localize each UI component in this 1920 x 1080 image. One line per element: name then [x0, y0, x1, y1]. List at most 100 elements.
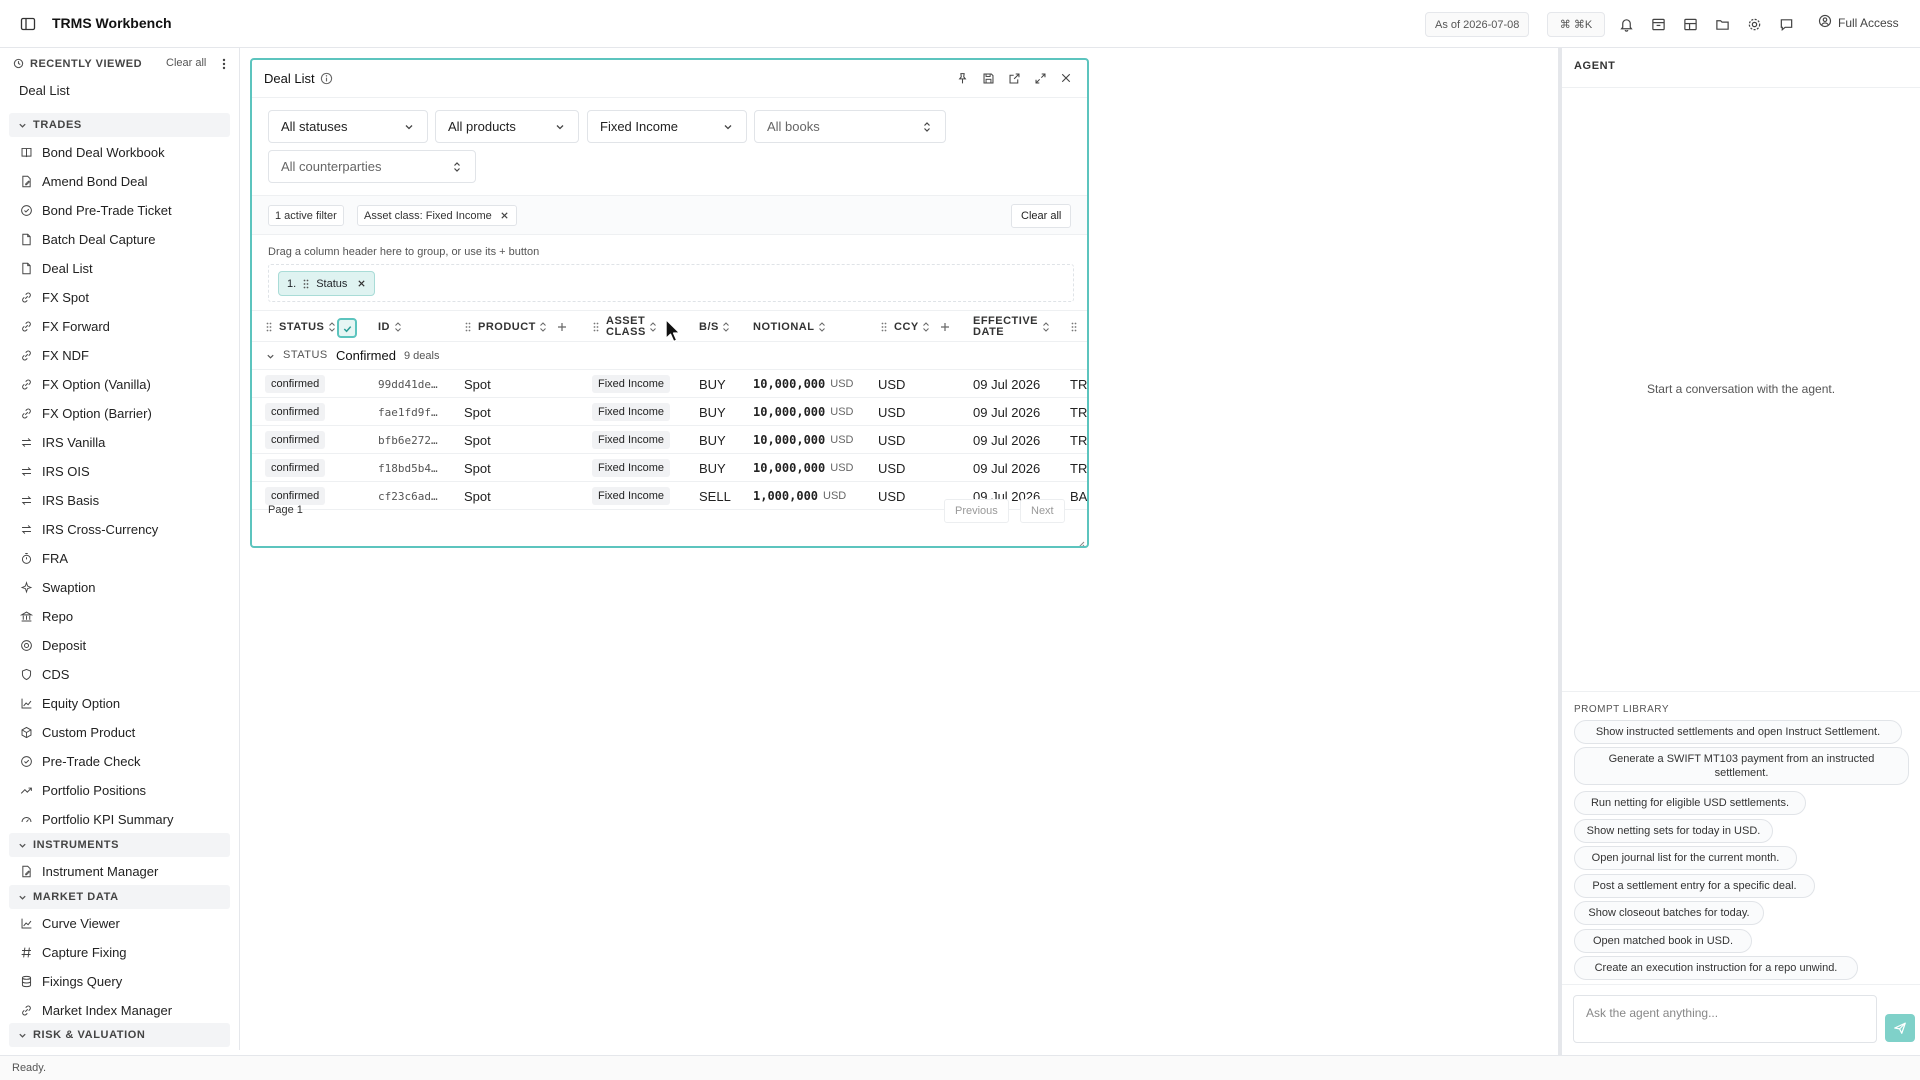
- status-filter-select[interactable]: All statuses: [268, 110, 428, 143]
- sidebar-item-amend-bond-deal[interactable]: Amend Bond Deal: [19, 169, 229, 193]
- sidebar-item-equity-option[interactable]: Equity Option: [19, 691, 229, 715]
- chevron-down-icon[interactable]: [265, 351, 275, 361]
- active-filter-chip[interactable]: Asset class: Fixed Income: [357, 205, 517, 226]
- column-header-next[interactable]: [1070, 311, 1084, 343]
- grip-icon[interactable]: [1070, 322, 1078, 332]
- sidebar-item-portfolio-kpi-summary[interactable]: Portfolio KPI Summary: [19, 807, 229, 831]
- sidebar-item-capture-fixing[interactable]: Capture Fixing: [19, 940, 229, 964]
- sidebar-item-bond-pre-trade-ticket[interactable]: Bond Pre-Trade Ticket: [19, 198, 229, 222]
- prompt-chip[interactable]: Show instructed settlements and open Ins…: [1574, 720, 1902, 744]
- sidebar-item-fx-option-barrier[interactable]: FX Option (Barrier): [19, 401, 229, 425]
- column-header-ccy[interactable]: CCY: [880, 311, 950, 343]
- recent-clear-all-button[interactable]: Clear all: [166, 57, 206, 69]
- external-link-icon[interactable]: [1007, 71, 1021, 85]
- books-filter-select[interactable]: All books: [754, 110, 946, 143]
- grip-icon[interactable]: [464, 322, 472, 332]
- sidebar-item-irs-vanilla[interactable]: IRS Vanilla: [19, 430, 229, 454]
- sidebar-item-batch-deal-capture[interactable]: Batch Deal Capture: [19, 227, 229, 251]
- sidebar-item-instrument-manager[interactable]: Instrument Manager: [19, 859, 229, 883]
- asset-class-filter-select[interactable]: Fixed Income: [587, 110, 747, 143]
- sort-icon[interactable]: [540, 322, 547, 332]
- sidebar-item-fixings-query[interactable]: Fixings Query: [19, 969, 229, 993]
- column-header-product[interactable]: PRODUCT: [464, 311, 567, 343]
- command-palette-button[interactable]: ⌘ ⌘K: [1547, 12, 1605, 37]
- sidebar-item-bond-deal-workbook[interactable]: Bond Deal Workbook: [19, 140, 229, 164]
- prompt-chip[interactable]: Show netting sets for today in USD.: [1574, 819, 1773, 843]
- sidebar-item-pre-trade-check[interactable]: Pre-Trade Check: [19, 749, 229, 773]
- group-chip-status[interactable]: 1. Status: [278, 271, 376, 296]
- plus-icon[interactable]: [557, 322, 567, 332]
- sidebar-item-fx-spot[interactable]: FX Spot: [19, 285, 229, 309]
- group-drop-zone[interactable]: 1. Status: [268, 264, 1074, 302]
- sidebar-item-irs-ois[interactable]: IRS OIS: [19, 459, 229, 483]
- sidebar-toggle-icon[interactable]: [19, 15, 37, 33]
- section-market-data[interactable]: MARKET DATA: [9, 885, 230, 909]
- table-row[interactable]: confirmed fae1fd9f… Spot Fixed Income BUY 10,…: [252, 398, 1087, 426]
- section-risk-valuation[interactable]: RISK & VALUATION: [9, 1023, 230, 1047]
- sidebar-item-cds[interactable]: CDS: [19, 662, 229, 686]
- bell-icon[interactable]: [1617, 15, 1635, 33]
- column-header-notional[interactable]: NOTIONAL: [753, 311, 825, 343]
- grip-icon[interactable]: [302, 279, 310, 289]
- previous-page-button[interactable]: Previous: [944, 499, 1009, 523]
- send-button[interactable]: [1885, 1014, 1915, 1042]
- close-icon[interactable]: [357, 279, 366, 288]
- gear-icon[interactable]: [1745, 15, 1763, 33]
- maximize-icon[interactable]: [1033, 71, 1047, 85]
- sort-icon[interactable]: [818, 322, 825, 332]
- recent-item-deal-list[interactable]: Deal List: [19, 83, 70, 98]
- section-instruments[interactable]: INSTRUMENTS: [9, 833, 230, 857]
- table-row[interactable]: confirmed bfb6e272… Spot Fixed Income BUY 10,…: [252, 426, 1087, 454]
- prompt-chip[interactable]: Open matched book in USD.: [1574, 929, 1752, 953]
- grouped-check-icon[interactable]: [337, 318, 357, 338]
- product-filter-select[interactable]: All products: [435, 110, 579, 143]
- grip-icon[interactable]: [265, 322, 273, 332]
- folder-icon[interactable]: [1713, 15, 1731, 33]
- prompt-chip[interactable]: Post a settlement entry for a specific d…: [1574, 874, 1815, 898]
- sidebar-item-fx-option-vanilla[interactable]: FX Option (Vanilla): [19, 372, 229, 396]
- as-of-date[interactable]: As of 2026-07-08: [1425, 12, 1530, 37]
- sidebar-item-fx-forward[interactable]: FX Forward: [19, 314, 229, 338]
- section-trades[interactable]: TRADES: [9, 113, 230, 137]
- prompt-chip[interactable]: Generate a SWIFT MT103 payment from an i…: [1574, 747, 1909, 785]
- sidebar-item-repo[interactable]: Repo: [19, 604, 229, 628]
- grip-icon[interactable]: [880, 322, 888, 332]
- prompt-chip[interactable]: Create an execution instruction for a re…: [1574, 956, 1858, 980]
- next-page-button[interactable]: Next: [1020, 499, 1065, 523]
- counterparties-filter-select[interactable]: All counterparties: [268, 150, 476, 183]
- sidebar-item-fra[interactable]: FRA: [19, 546, 229, 570]
- prompt-chip[interactable]: Show closeout batches for today.: [1574, 901, 1764, 925]
- sidebar-item-deposit[interactable]: Deposit: [19, 633, 229, 657]
- info-icon[interactable]: [320, 72, 333, 85]
- grip-icon[interactable]: [592, 322, 600, 332]
- chat-icon[interactable]: [1777, 15, 1795, 33]
- group-row-confirmed[interactable]: STATUS Confirmed 9 deals: [252, 342, 1087, 370]
- close-icon[interactable]: [500, 211, 510, 221]
- sidebar-item-fx-ndf[interactable]: FX NDF: [19, 343, 229, 367]
- sidebar-item-custom-product[interactable]: Custom Product: [19, 720, 229, 744]
- layout-icon[interactable]: [1681, 15, 1699, 33]
- table-row[interactable]: confirmed 99dd41de… Spot Fixed Income BUY 10,…: [252, 370, 1087, 398]
- sidebar-item-portfolio-positions[interactable]: Portfolio Positions: [19, 778, 229, 802]
- sidebar-item-irs-basis[interactable]: IRS Basis: [19, 488, 229, 512]
- resize-handle-icon[interactable]: [1077, 536, 1085, 546]
- pin-icon[interactable]: [955, 71, 969, 85]
- sort-icon[interactable]: [394, 322, 401, 332]
- save-icon[interactable]: [981, 71, 995, 85]
- column-header-bs[interactable]: B/S: [699, 311, 730, 343]
- table-row[interactable]: confirmed f18bd5b4… Spot Fixed Income BUY 10,…: [252, 454, 1087, 482]
- archive-icon[interactable]: [1649, 15, 1667, 33]
- sidebar-item-swaption[interactable]: Swaption: [19, 575, 229, 599]
- sort-icon[interactable]: [650, 322, 657, 332]
- plus-icon[interactable]: [940, 322, 950, 332]
- column-header-id[interactable]: ID: [378, 311, 401, 343]
- access-level[interactable]: Full Access: [1818, 14, 1899, 31]
- prompt-chip[interactable]: Run netting for eligible USD settlements…: [1574, 791, 1806, 815]
- column-header-status[interactable]: STATUS: [265, 311, 335, 343]
- sidebar-item-market-index-manager[interactable]: Market Index Manager: [19, 998, 229, 1022]
- more-vertical-icon[interactable]: [218, 56, 230, 72]
- column-header-effective-date[interactable]: EFFECTIVE DATE: [973, 311, 1049, 343]
- close-icon[interactable]: [1059, 71, 1073, 85]
- sidebar-item-curve-viewer[interactable]: Curve Viewer: [19, 911, 229, 935]
- prompt-chip[interactable]: Open journal list for the current month.: [1574, 846, 1797, 870]
